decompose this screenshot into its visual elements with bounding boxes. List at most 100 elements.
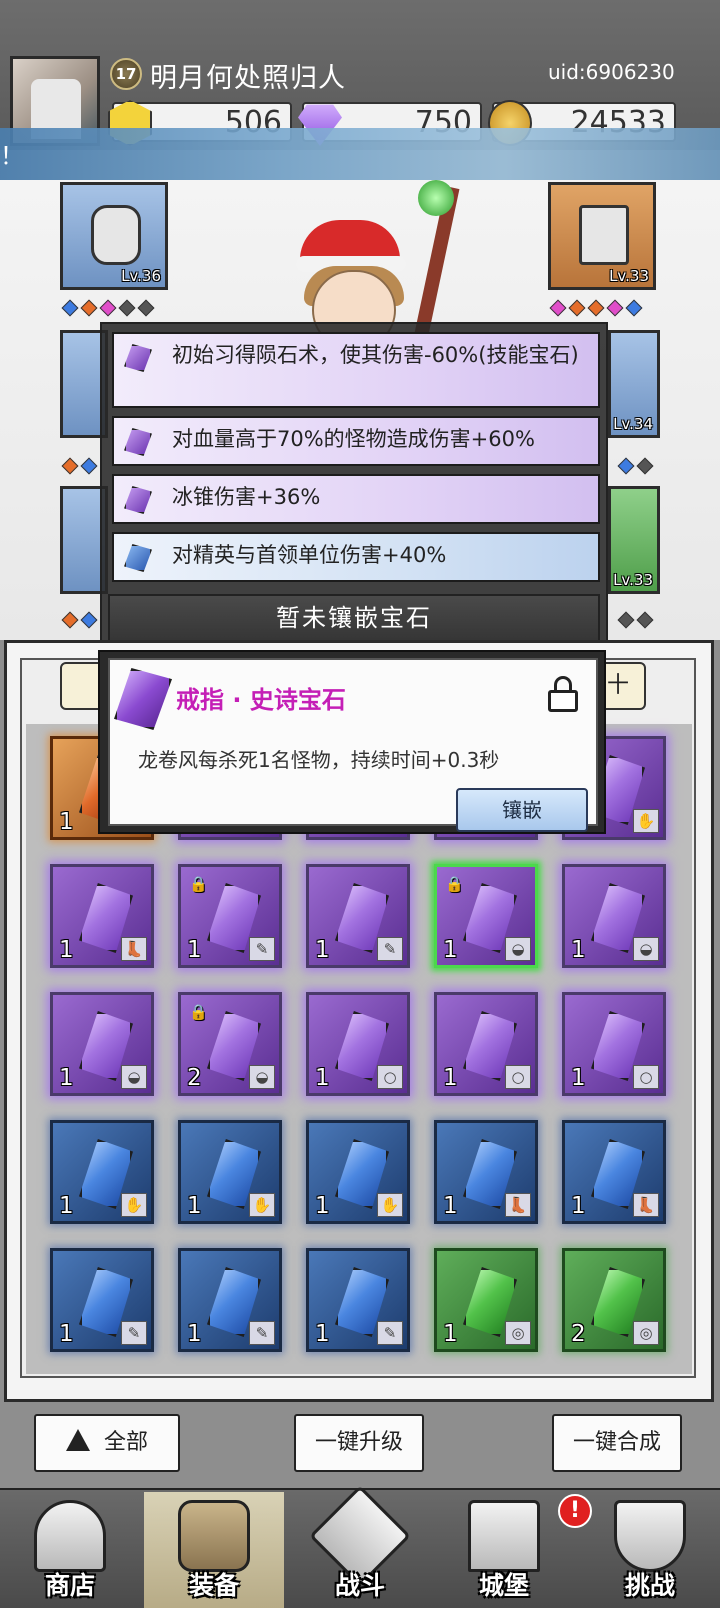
nav-label: 装备 <box>188 1571 239 1600</box>
blue-gem-icon <box>124 544 152 572</box>
socket-dots <box>61 611 102 630</box>
gem-quantity: 1 <box>315 937 330 963</box>
gauntlet-icon <box>579 205 629 265</box>
gem-slot[interactable]: 1 ◎ <box>434 1248 538 1352</box>
affix-text: 对精英与首领单位伤害+40% <box>172 543 447 567</box>
gem-slot[interactable]: 1 ✎ <box>50 1248 154 1352</box>
slot-type-icon: ✎ <box>121 1321 147 1345</box>
player-level-badge: 17 <box>110 58 142 90</box>
slot-type-icon: ◎ <box>505 1321 531 1345</box>
gem-quantity: 2 <box>571 1321 586 1347</box>
gem-slot[interactable]: 1 ✋ <box>178 1120 282 1224</box>
gem-quantity: 1 <box>571 937 586 963</box>
gem-quantity: 1 <box>59 937 74 963</box>
filter-all-button[interactable]: 全部 <box>34 1414 180 1472</box>
gem-quantity: 1 <box>443 1321 458 1347</box>
slot-type-icon: ✋ <box>633 809 659 833</box>
gem-slot[interactable]: 1 ◒ 🔒 <box>434 864 538 968</box>
slot-type-icon: 👢 <box>633 1193 659 1217</box>
castle-notification-badge: ! <box>558 1494 592 1528</box>
gem-slot[interactable]: 2 ◒ 🔒 <box>178 992 282 1096</box>
gem-slot[interactable]: 1 👢 <box>434 1120 538 1224</box>
slot-type-icon: ✋ <box>121 1193 147 1217</box>
gem-slot[interactable]: 1 ○ <box>434 992 538 1096</box>
affix-row: 对血量高于70%的怪物造成伤害+60% <box>112 416 600 466</box>
nav-shop[interactable]: 商店 <box>0 1492 140 1608</box>
affix-text: 对血量高于70%的怪物造成伤害+60% <box>172 427 535 451</box>
gem-slot[interactable]: 1 👢 <box>50 864 154 968</box>
nav-label: 战斗 <box>334 1571 385 1600</box>
helmet-icon <box>91 205 141 265</box>
equip-slot-weapon[interactable]: Lv.33 <box>548 182 656 290</box>
castle-icon <box>468 1500 540 1572</box>
gem-slot[interactable]: 1 👢 <box>562 1120 666 1224</box>
equip-slot-ring[interactable]: Lv.34 <box>608 330 660 438</box>
slot-type-icon: ○ <box>377 1065 403 1089</box>
slot-type-icon: ◒ <box>249 1065 275 1089</box>
inlay-button[interactable]: 镶嵌 <box>456 788 588 832</box>
gem-quantity: 1 <box>571 1065 586 1091</box>
notice-banner-text: ！ <box>0 142 24 170</box>
slot-type-icon: ◎ <box>633 1321 659 1345</box>
staff-orb <box>418 180 454 216</box>
equip-level: Lv.33 <box>609 267 649 285</box>
one-click-compose-button[interactable]: 一键合成 <box>552 1414 682 1472</box>
gem-quantity: 2 <box>187 1065 202 1091</box>
one-click-upgrade-button[interactable]: 一键升级 <box>294 1414 424 1472</box>
gem-quantity: 1 <box>315 1193 330 1219</box>
gem-slot[interactable]: 1 ○ <box>562 992 666 1096</box>
affix-row: 初始习得陨石术，使其伤害-60%(技能宝石) <box>112 332 600 408</box>
gem-slot[interactable]: 1 ✎ 🔒 <box>178 864 282 968</box>
affix-text: 初始习得陨石术，使其伤害-60%(技能宝石) <box>172 343 579 367</box>
gem-slot[interactable]: 1 ○ <box>306 992 410 1096</box>
no-gem-inlaid-bar: 暂未镶嵌宝石 <box>108 594 600 644</box>
gem-quantity: 1 <box>59 1321 74 1347</box>
notice-banner <box>0 128 720 182</box>
affix-row: 对精英与首领单位伤害+40% <box>112 532 600 582</box>
nav-label: 商店 <box>44 1571 95 1600</box>
equip-level: Lv.36 <box>121 267 161 285</box>
equip-slot-amulet[interactable]: Lv.33 <box>608 486 660 594</box>
gem-quantity: 1 <box>59 809 74 835</box>
player-uid: uid:6906230 <box>548 60 675 84</box>
gem-slot[interactable]: 1 ✋ <box>50 1120 154 1224</box>
slot-type-icon: ✋ <box>249 1193 275 1217</box>
slot-type-icon: ✎ <box>249 1321 275 1345</box>
affix-row: 冰锥伤害+36% <box>112 474 600 524</box>
triangle-up-icon <box>65 1429 90 1451</box>
gem-slot[interactable]: 2 ◎ <box>562 1248 666 1352</box>
nav-label: 挑战 <box>624 1571 675 1600</box>
gem-slot[interactable]: 1 ◒ <box>562 864 666 968</box>
lock-icon[interactable] <box>548 676 578 712</box>
equip-slot-helmet[interactable]: Lv.36 <box>60 182 168 290</box>
nav-battle[interactable]: 战斗 <box>290 1485 430 1608</box>
gem-quantity: 1 <box>59 1065 74 1091</box>
gem-slot[interactable]: 1 ◒ <box>50 992 154 1096</box>
slot-type-icon: ◒ <box>633 937 659 961</box>
gem-slot[interactable]: 1 ✎ <box>178 1248 282 1352</box>
nav-castle[interactable]: 城堡 <box>434 1492 574 1608</box>
socket-dots <box>617 457 658 476</box>
socket-dots <box>549 299 647 318</box>
purple-gem-icon <box>124 428 152 456</box>
gem-quantity: 1 <box>315 1065 330 1091</box>
socket-dots <box>61 457 102 476</box>
gem-quantity: 1 <box>187 1193 202 1219</box>
slot-type-icon: 👢 <box>505 1193 531 1217</box>
gem-title: 戒指 · 史诗宝石 <box>176 686 346 714</box>
nav-equipment[interactable]: 装备 <box>144 1492 284 1608</box>
lock-icon: 🔒 <box>445 875 464 893</box>
purple-gem-icon <box>124 344 152 372</box>
gem-slot[interactable]: 1 ✋ <box>306 1120 410 1224</box>
gem-slot[interactable]: 1 ✎ <box>306 1248 410 1352</box>
gem-slot[interactable]: 1 ✎ <box>306 864 410 968</box>
slot-type-icon: ✎ <box>377 1321 403 1345</box>
lock-icon: 🔒 <box>189 1003 208 1021</box>
gem-quantity: 1 <box>571 1193 586 1219</box>
nav-challenge[interactable]: 挑战 <box>580 1492 720 1608</box>
socket-dots <box>61 299 159 318</box>
slot-type-icon: ◒ <box>121 1065 147 1089</box>
player-name: 明月何处照归人 <box>150 63 346 94</box>
gem-description: 龙卷风每杀死1名怪物，持续时间+0.3秒 <box>138 748 500 772</box>
gem-quantity: 1 <box>59 1193 74 1219</box>
